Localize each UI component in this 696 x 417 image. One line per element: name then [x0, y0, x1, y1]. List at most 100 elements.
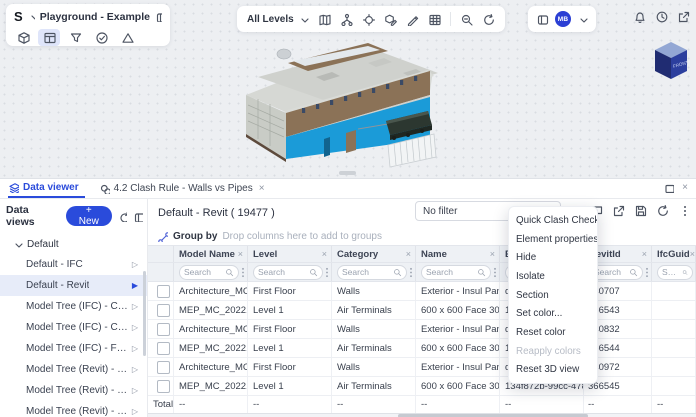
apply-view-icon[interactable]: ▷ [132, 365, 138, 374]
table-row[interactable]: Architecture_MC_2022.rvtFirst Floor Wall… [148, 282, 696, 301]
panel-resize-handle[interactable] [339, 171, 356, 175]
col-ifcguid[interactable]: IfcGuid× [652, 246, 696, 262]
remove-column-icon[interactable]: × [322, 249, 327, 259]
menu-item-hide[interactable]: Hide [509, 248, 597, 267]
menu-item-isolate[interactable]: Isolate [509, 267, 597, 286]
viewport-3d[interactable]: S Playground - Example [0, 0, 696, 178]
sidebar-item-mt-revit-components[interactable]: Model Tree (Revit) - Components▷ [0, 359, 147, 380]
share-export-icon[interactable] [677, 10, 690, 23]
panel-toggle-icon[interactable] [155, 11, 162, 22]
menu-item-quick-clash-check[interactable]: Quick Clash Check [509, 211, 597, 230]
apply-view-icon[interactable]: ▷ [132, 386, 138, 395]
apply-view-icon[interactable]: ▷ [132, 323, 138, 332]
menu-item-reset-3d-view[interactable]: Reset 3D view [509, 361, 597, 380]
apply-view-icon[interactable]: ▷ [132, 302, 138, 311]
tab-clash-rule[interactable]: 4.2 Clash Rule - Walls vs Pipes × [99, 179, 265, 198]
sidebar-item-mt-revit-containment[interactable]: Model Tree (Revit) - Containment▷ [0, 380, 147, 401]
apply-view-icon[interactable]: ▷ [132, 344, 138, 353]
triangle-button[interactable] [116, 29, 138, 46]
col-model-name[interactable]: Model Name× [174, 246, 248, 262]
group-by-dropzone[interactable]: Group by Drop columns here to add to gro… [148, 227, 696, 245]
filter-button[interactable] [64, 29, 86, 46]
menu-item-section[interactable]: Section [509, 286, 597, 305]
markup-cube-icon[interactable] [384, 13, 397, 26]
table-row[interactable]: MEP_MC_2022.rvtLevel 1 Air Terminals600 … [148, 339, 696, 358]
column-menu-icon[interactable] [241, 267, 245, 278]
col-name[interactable]: Name× [416, 246, 500, 262]
map-icon[interactable] [318, 13, 331, 26]
row-checkbox[interactable] [157, 361, 170, 374]
table-row[interactable]: Architecture_MC_2022.rvtFirst Floor Wall… [148, 320, 696, 339]
focus-target-icon[interactable] [362, 13, 375, 26]
check-circle-button[interactable] [90, 29, 112, 46]
new-view-button[interactable]: + New [66, 206, 111, 226]
refresh-table-icon[interactable] [656, 204, 669, 217]
column-menu-icon[interactable] [645, 267, 649, 278]
navigation-cube[interactable]: FRONT [649, 37, 693, 85]
sidebar-item-default-revit[interactable]: Default - Revit▶ [0, 275, 147, 296]
tree-root-default[interactable]: Default [0, 234, 147, 254]
menu-item-reset-color[interactable]: Reset color [509, 323, 597, 342]
sidebar-scrollbar[interactable] [143, 271, 146, 356]
sidebar-item-mt-ifc-components[interactable]: Model Tree (IFC) - Components▷ [0, 296, 147, 317]
table-row[interactable]: MEP_MC_2022.rvtLevel 1 Air Terminals600 … [148, 301, 696, 320]
sidebar-item-mt-revit-federated[interactable]: Model Tree (Revit) - Federated Flo...▷ [0, 401, 147, 417]
model-cube-button[interactable] [12, 29, 34, 46]
app-logo[interactable]: S [14, 10, 23, 23]
table-row[interactable]: MEP_MC_2022.rvtLevel 1 Air Terminals600 … [148, 377, 696, 396]
search-model-input[interactable]: Search [179, 265, 239, 280]
table-row[interactable]: Architecture_MC_2022.rvtFirst Floor Wall… [148, 358, 696, 377]
avatar[interactable]: MB [555, 11, 571, 27]
column-menu-icon[interactable] [493, 267, 497, 278]
notifications-bell-icon[interactable] [633, 10, 646, 23]
remove-column-icon[interactable]: × [642, 249, 647, 259]
row-checkbox[interactable] [157, 342, 170, 355]
column-menu-icon[interactable] [325, 267, 329, 278]
chevron-down-icon[interactable] [577, 14, 588, 25]
remove-column-icon[interactable]: × [406, 249, 411, 259]
chevron-down-icon [298, 14, 309, 25]
menu-item-set-color[interactable]: Set color... [509, 304, 597, 323]
toolbar-divider [450, 12, 451, 26]
sidebar-item-mt-ifc-containment[interactable]: Model Tree (IFC) - Containment▷ [0, 317, 147, 338]
apply-view-icon[interactable]: ▷ [132, 260, 138, 269]
close-panel-icon[interactable]: × [682, 182, 688, 193]
collapse-panel-icon[interactable] [133, 211, 143, 222]
apply-view-icon[interactable]: ▶ [132, 281, 138, 290]
history-clock-icon[interactable] [655, 10, 668, 23]
row-checkbox[interactable] [157, 304, 170, 317]
row-checkbox[interactable] [157, 380, 170, 393]
measure-pencil-icon[interactable] [406, 13, 419, 26]
panel-right-icon[interactable] [536, 13, 549, 26]
chevron-down-icon[interactable] [28, 11, 35, 22]
remove-column-icon[interactable]: × [690, 249, 695, 259]
kebab-menu-icon[interactable] [678, 204, 691, 217]
sidebar-item-default-ifc[interactable]: Default - IFC▷ [0, 254, 147, 275]
col-category[interactable]: Category× [332, 246, 416, 262]
col-level[interactable]: Level× [248, 246, 332, 262]
zoom-window-icon[interactable] [460, 13, 473, 26]
search-level-input[interactable]: Search [253, 265, 323, 280]
column-menu-icon[interactable] [409, 267, 413, 278]
rotate-view-icon[interactable] [482, 13, 495, 26]
refresh-icon[interactable] [118, 211, 128, 222]
data-table-button[interactable] [38, 29, 60, 46]
remove-column-icon[interactable]: × [490, 249, 495, 259]
remove-column-icon[interactable]: × [238, 249, 243, 259]
menu-item-element-properties[interactable]: Element properties [509, 230, 597, 249]
tab-data-viewer[interactable]: Data viewer [8, 179, 85, 198]
search-category-input[interactable]: Search [337, 265, 407, 280]
levels-tree-icon[interactable] [340, 13, 353, 26]
grid-table-icon[interactable] [428, 13, 441, 26]
sidebar-item-mt-ifc-federated[interactable]: Model Tree (IFC) - Federated Floor▷ [0, 338, 147, 359]
maximize-panel-icon[interactable] [663, 182, 674, 193]
save-icon[interactable] [634, 204, 647, 217]
level-filter-dropdown[interactable]: All Levels [247, 14, 309, 25]
export-icon[interactable] [612, 204, 625, 217]
apply-view-icon[interactable]: ▷ [132, 407, 138, 416]
row-checkbox[interactable] [157, 285, 170, 298]
row-checkbox[interactable] [157, 323, 170, 336]
search-name-input[interactable]: Search [421, 265, 491, 280]
close-tab-icon[interactable]: × [259, 183, 265, 194]
search-ifcguid-input[interactable]: Search [657, 265, 693, 280]
